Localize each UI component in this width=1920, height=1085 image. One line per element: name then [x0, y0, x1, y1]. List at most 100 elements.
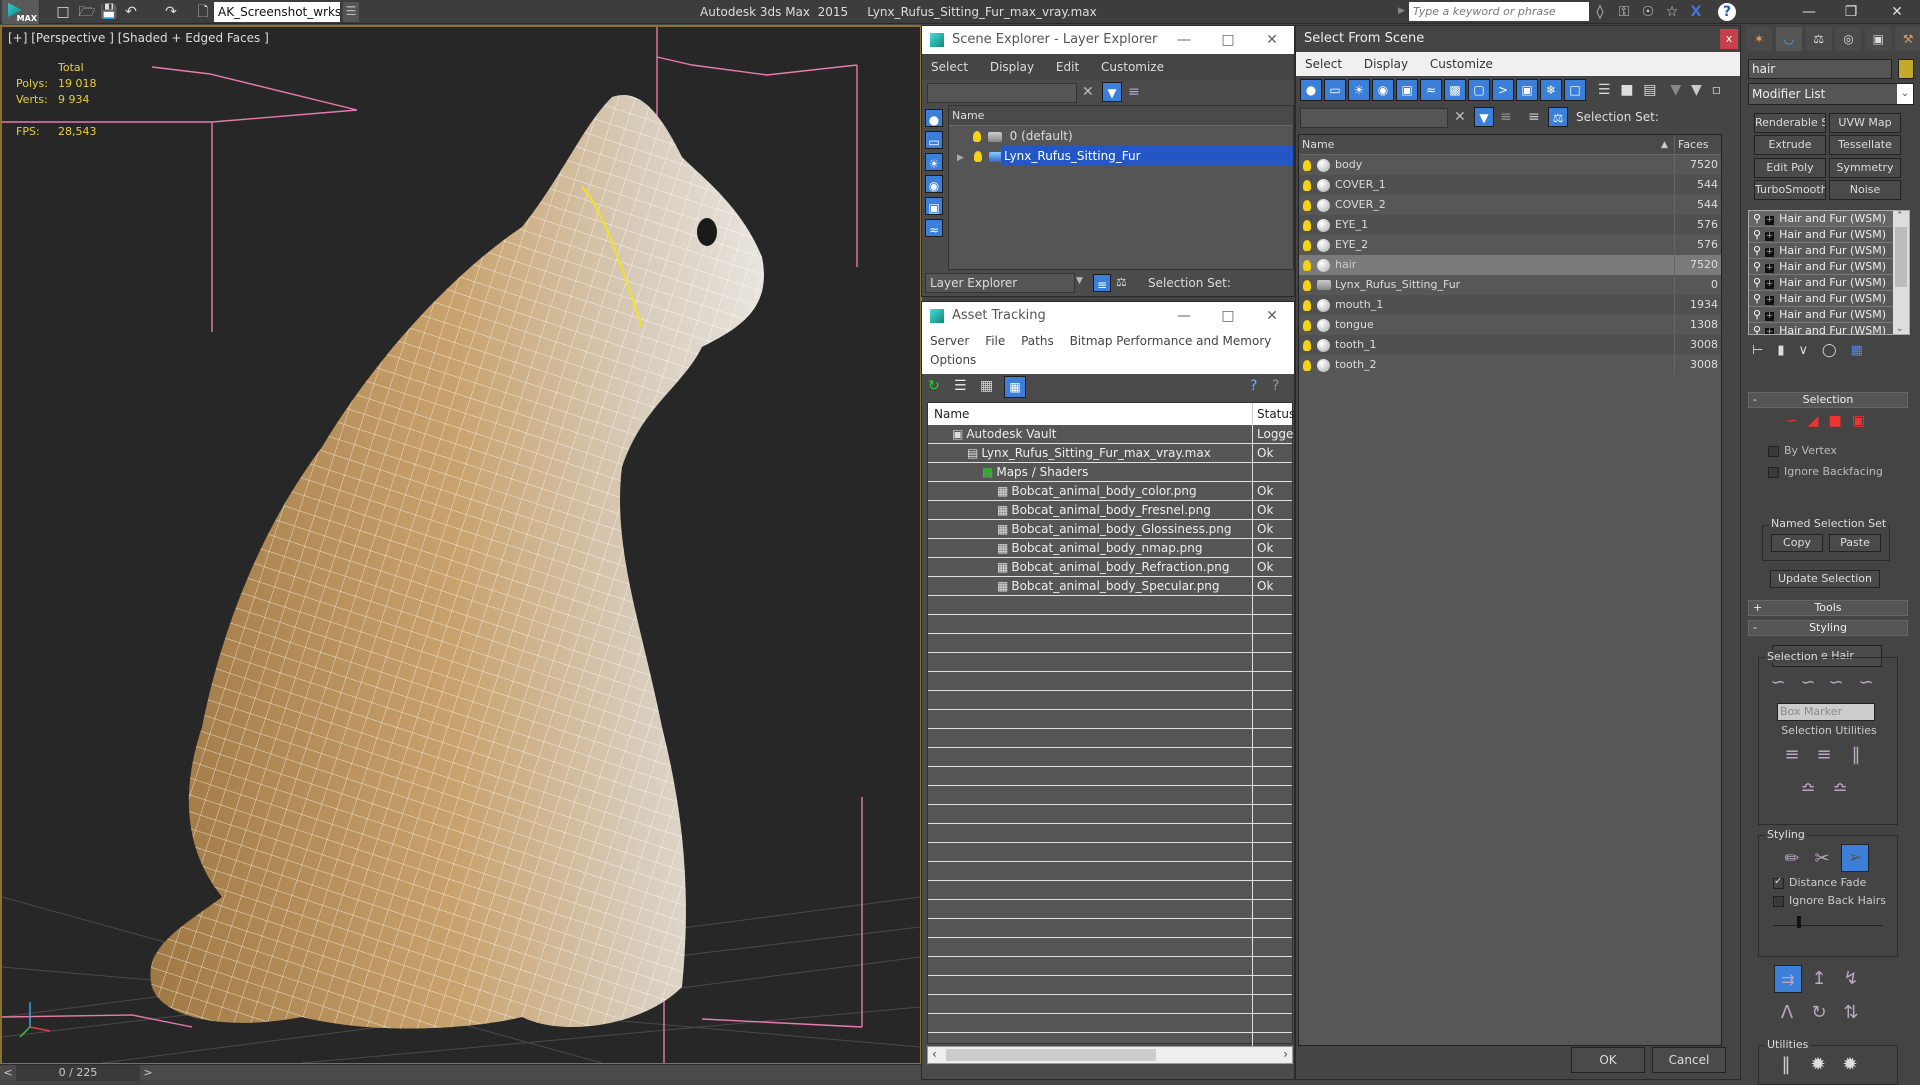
translate-hair-icon[interactable]: ⇉	[1774, 965, 1802, 993]
layer-row[interactable]: 0 (default)	[949, 126, 1293, 146]
light-bulb-icon[interactable]	[973, 151, 982, 162]
object-color-swatch[interactable]	[1898, 59, 1914, 79]
new-file-icon[interactable]: □	[54, 3, 72, 21]
modifier-button-noise[interactable]: Noise	[1829, 180, 1901, 200]
help-icon[interactable]: ?	[1250, 378, 1257, 394]
paste-button[interactable]: Paste	[1829, 534, 1881, 552]
expand-icon[interactable]: +	[1765, 216, 1775, 225]
expand-icon[interactable]: +	[1765, 280, 1775, 289]
by-vertex-checkbox[interactable]	[1768, 446, 1779, 457]
select-hair-vertices-icon[interactable]: ∽	[1823, 670, 1849, 696]
asset-row[interactable]: ▦ Bobcat_animal_body_Glossiness.png Ok	[928, 520, 1292, 539]
light-bulb-icon[interactable]	[1303, 159, 1311, 171]
hierarchy-icon[interactable]: ⚖	[1116, 275, 1127, 289]
close-button[interactable]: ✕	[1250, 26, 1294, 54]
explorer-mode-dropdown[interactable]: Layer Explorer	[925, 273, 1075, 293]
expand-arrow-icon[interactable]: ▶	[957, 153, 964, 163]
update-selection-button[interactable]: Update Selection	[1770, 570, 1880, 588]
configure-sets-icon[interactable]: ▦	[1851, 343, 1877, 358]
cameras-filter-icon[interactable]: ◉	[925, 175, 943, 193]
create-tab-icon[interactable]: ✶	[1746, 27, 1772, 51]
display-invert-icon[interactable]: ▤	[1643, 82, 1656, 98]
modifier-list-dropdown[interactable]: Modifier List ⌄	[1748, 83, 1914, 105]
search-input[interactable]: Type a keyword or phrase	[1409, 2, 1589, 21]
expand-arrow-icon[interactable]: ▶	[1398, 6, 1405, 16]
modifier-stack-item[interactable]: ⚲ + Hair and Fur (WSM)	[1749, 307, 1893, 323]
close-button[interactable]: ✕	[1876, 0, 1918, 24]
ignore-backfacing-checkbox[interactable]	[1768, 467, 1779, 478]
modify-tab-icon[interactable]: ◡	[1775, 27, 1802, 51]
modifier-stack-item[interactable]: ⚲ + Hair and Fur (WSM)	[1749, 227, 1893, 243]
sort-by-layer-icon[interactable]: ≡	[1528, 109, 1540, 125]
modifier-toggle-icon[interactable]: ⚲	[1753, 228, 1761, 241]
maximize-button[interactable]: □	[1206, 26, 1250, 54]
open-file-icon[interactable]: 🗁	[78, 3, 96, 21]
filter-options-icon[interactable]: ▼	[1691, 82, 1702, 98]
asset-row[interactable]: ▦ Bobcat_animal_body_nmap.png Ok	[928, 539, 1292, 558]
hidden-filter-icon[interactable]: □	[1564, 79, 1586, 101]
expand-icon[interactable]: +	[1765, 232, 1775, 241]
layer-row-selected[interactable]: ▶ Lynx_Rufus_Sitting_Fur	[949, 146, 1293, 166]
modifier-toggle-icon[interactable]: ⚲	[1753, 292, 1761, 305]
hierarchy-icon[interactable]: ⚖	[1548, 107, 1568, 127]
pin-stack-icon[interactable]: ⊢	[1752, 343, 1777, 358]
chevron-down-icon[interactable]: ▼	[1076, 276, 1083, 286]
pop-selected-icon[interactable]: ✹	[1805, 1052, 1831, 1078]
cameras-filter-icon[interactable]: ◉	[1372, 79, 1394, 101]
column-header-name[interactable]: Name	[1299, 138, 1334, 151]
select-tool-icon[interactable]: ➢	[1841, 844, 1869, 872]
hide-selected-icon[interactable]: ≏	[1795, 776, 1821, 802]
face-icon[interactable]: ◢	[1808, 413, 1829, 429]
motion-tab-icon[interactable]: ◎	[1835, 27, 1862, 51]
scroll-left-icon[interactable]: ‹	[932, 1047, 937, 1061]
workspace-menu-button[interactable]: ☰	[343, 2, 359, 22]
expand-icon[interactable]: +	[1765, 296, 1775, 305]
menu-bitmap-performance[interactable]: Bitmap Performance and Memory	[1064, 334, 1278, 348]
bones-filter-icon[interactable]: >	[1492, 79, 1514, 101]
menu-display[interactable]: Display	[981, 54, 1043, 80]
exchange-icon[interactable]: X	[1686, 3, 1706, 21]
layer-options-icon[interactable]: ≡	[1128, 84, 1140, 100]
modifier-button-renderable-spline[interactable]: Renderable Spline	[1754, 113, 1826, 133]
light-bulb-icon[interactable]	[1303, 179, 1311, 191]
clear-search-icon[interactable]: ✕	[1454, 109, 1466, 125]
helpers-filter-icon[interactable]: ▣	[1396, 79, 1418, 101]
modifier-stack-item[interactable]: ⚲ + Hair and Fur (WSM)	[1749, 259, 1893, 275]
modifier-toggle-icon[interactable]: ⚲	[1753, 276, 1761, 289]
geometry-filter-icon[interactable]: ●	[1300, 79, 1322, 101]
modifier-button-turbosmooth[interactable]: TurboSmooth	[1754, 180, 1826, 200]
grow-selection-icon[interactable]: ≡	[1779, 742, 1805, 768]
light-bulb-icon[interactable]	[1303, 239, 1311, 251]
copy-button[interactable]: Copy	[1771, 534, 1823, 552]
dialog-titlebar[interactable]: Select From Scene x	[1296, 26, 1740, 52]
light-bulb-icon[interactable]	[1303, 199, 1311, 211]
geometry-filter-icon[interactable]: ●	[925, 109, 943, 127]
lynx-model[interactable]	[150, 95, 764, 1029]
element-icon[interactable]: ▣	[1852, 413, 1875, 429]
scene-explorer-titlebar[interactable]: Scene Explorer - Layer Explorer — □ ✕	[922, 26, 1294, 54]
cancel-button[interactable]: Cancel	[1652, 1047, 1726, 1073]
modifier-stack-item[interactable]: ⚲ + Hair and Fur (WSM)	[1749, 211, 1893, 227]
select-hair-icon[interactable]: ∽	[1765, 670, 1791, 696]
key-icon[interactable]: ⚿	[1614, 3, 1634, 21]
undo-icon[interactable]: ↶	[122, 3, 140, 21]
scroll-down-icon[interactable]: ⌄	[1896, 324, 1904, 334]
time-prev-button[interactable]: <	[0, 1065, 16, 1081]
save-file-icon[interactable]: 💾	[100, 3, 118, 21]
frozen-filter-icon[interactable]: ❄	[1540, 79, 1562, 101]
light-bulb-icon[interactable]	[973, 131, 981, 142]
object-row[interactable]: tongue 1308	[1299, 315, 1721, 335]
object-row[interactable]: COVER_1 544	[1299, 175, 1721, 195]
menu-paths[interactable]: Paths	[1015, 334, 1060, 348]
maximize-button[interactable]: □	[1206, 302, 1250, 330]
menu-server[interactable]: Server	[924, 334, 975, 348]
containers-filter-icon[interactable]: ▣	[1516, 79, 1538, 101]
filter-icon[interactable]: ▼	[1102, 82, 1122, 102]
filter-funnel-icon[interactable]: ▼	[1670, 82, 1681, 98]
scroll-right-icon[interactable]: ›	[1283, 1047, 1288, 1061]
context-help-icon[interactable]: ?	[1272, 378, 1279, 394]
clear-search-icon[interactable]: ✕	[1082, 84, 1094, 100]
marker-dropdown[interactable]: Box Marker	[1777, 703, 1875, 721]
minimize-button[interactable]: —	[1162, 302, 1206, 330]
column-header-name[interactable]: Name	[928, 407, 969, 421]
